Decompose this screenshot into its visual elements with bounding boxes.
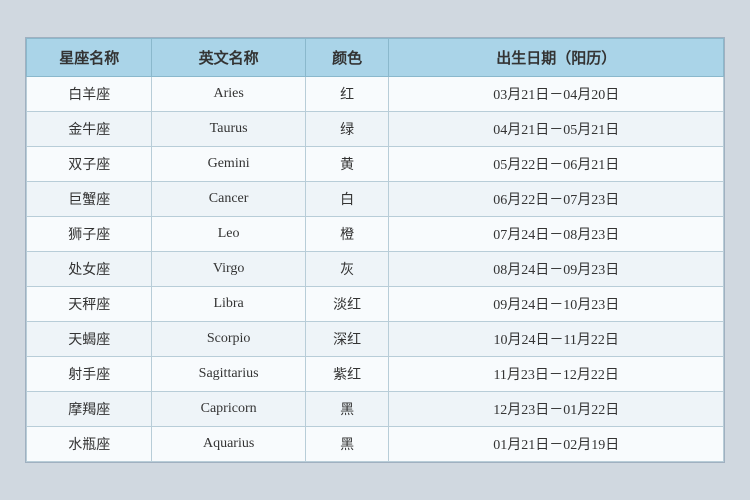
cell-chinese: 天蝎座 (27, 322, 152, 357)
cell-english: Taurus (152, 112, 305, 147)
cell-date: 03月21日－04月20日 (389, 77, 724, 112)
cell-chinese: 天秤座 (27, 287, 152, 322)
cell-chinese: 双子座 (27, 147, 152, 182)
cell-english: Capricorn (152, 392, 305, 427)
cell-chinese: 水瓶座 (27, 427, 152, 462)
table-row: 摩羯座Capricorn黑12月23日－01月22日 (27, 392, 724, 427)
cell-english: Aquarius (152, 427, 305, 462)
cell-date: 09月24日－10月23日 (389, 287, 724, 322)
cell-english: Sagittarius (152, 357, 305, 392)
table-body: 白羊座Aries红03月21日－04月20日金牛座Taurus绿04月21日－0… (27, 77, 724, 462)
table-row: 巨蟹座Cancer白06月22日－07月23日 (27, 182, 724, 217)
cell-color: 绿 (305, 112, 389, 147)
cell-date: 07月24日－08月23日 (389, 217, 724, 252)
table-row: 双子座Gemini黄05月22日－06月21日 (27, 147, 724, 182)
cell-chinese: 摩羯座 (27, 392, 152, 427)
header-english: 英文名称 (152, 39, 305, 77)
cell-english: Gemini (152, 147, 305, 182)
table-header-row: 星座名称 英文名称 颜色 出生日期（阳历） (27, 39, 724, 77)
zodiac-table: 星座名称 英文名称 颜色 出生日期（阳历） 白羊座Aries红03月21日－04… (26, 38, 724, 462)
cell-color: 紫红 (305, 357, 389, 392)
cell-chinese: 白羊座 (27, 77, 152, 112)
cell-date: 11月23日－12月22日 (389, 357, 724, 392)
header-color: 颜色 (305, 39, 389, 77)
cell-date: 04月21日－05月21日 (389, 112, 724, 147)
cell-english: Cancer (152, 182, 305, 217)
table-row: 天秤座Libra淡红09月24日－10月23日 (27, 287, 724, 322)
table-row: 狮子座Leo橙07月24日－08月23日 (27, 217, 724, 252)
cell-date: 12月23日－01月22日 (389, 392, 724, 427)
table-row: 水瓶座Aquarius黑01月21日－02月19日 (27, 427, 724, 462)
table-row: 处女座Virgo灰08月24日－09月23日 (27, 252, 724, 287)
cell-color: 黄 (305, 147, 389, 182)
table-row: 天蝎座Scorpio深红10月24日－11月22日 (27, 322, 724, 357)
cell-color: 黑 (305, 392, 389, 427)
cell-color: 红 (305, 77, 389, 112)
cell-chinese: 狮子座 (27, 217, 152, 252)
cell-color: 白 (305, 182, 389, 217)
cell-chinese: 金牛座 (27, 112, 152, 147)
cell-chinese: 巨蟹座 (27, 182, 152, 217)
cell-color: 淡红 (305, 287, 389, 322)
cell-english: Libra (152, 287, 305, 322)
table-row: 射手座Sagittarius紫红11月23日－12月22日 (27, 357, 724, 392)
header-date: 出生日期（阳历） (389, 39, 724, 77)
cell-date: 08月24日－09月23日 (389, 252, 724, 287)
table-row: 金牛座Taurus绿04月21日－05月21日 (27, 112, 724, 147)
cell-english: Leo (152, 217, 305, 252)
cell-date: 06月22日－07月23日 (389, 182, 724, 217)
cell-color: 黑 (305, 427, 389, 462)
header-chinese: 星座名称 (27, 39, 152, 77)
cell-color: 深红 (305, 322, 389, 357)
cell-english: Scorpio (152, 322, 305, 357)
cell-date: 05月22日－06月21日 (389, 147, 724, 182)
table-row: 白羊座Aries红03月21日－04月20日 (27, 77, 724, 112)
cell-english: Virgo (152, 252, 305, 287)
cell-chinese: 处女座 (27, 252, 152, 287)
cell-color: 灰 (305, 252, 389, 287)
cell-english: Aries (152, 77, 305, 112)
zodiac-table-container: 星座名称 英文名称 颜色 出生日期（阳历） 白羊座Aries红03月21日－04… (25, 37, 725, 463)
cell-date: 10月24日－11月22日 (389, 322, 724, 357)
cell-color: 橙 (305, 217, 389, 252)
cell-chinese: 射手座 (27, 357, 152, 392)
cell-date: 01月21日－02月19日 (389, 427, 724, 462)
